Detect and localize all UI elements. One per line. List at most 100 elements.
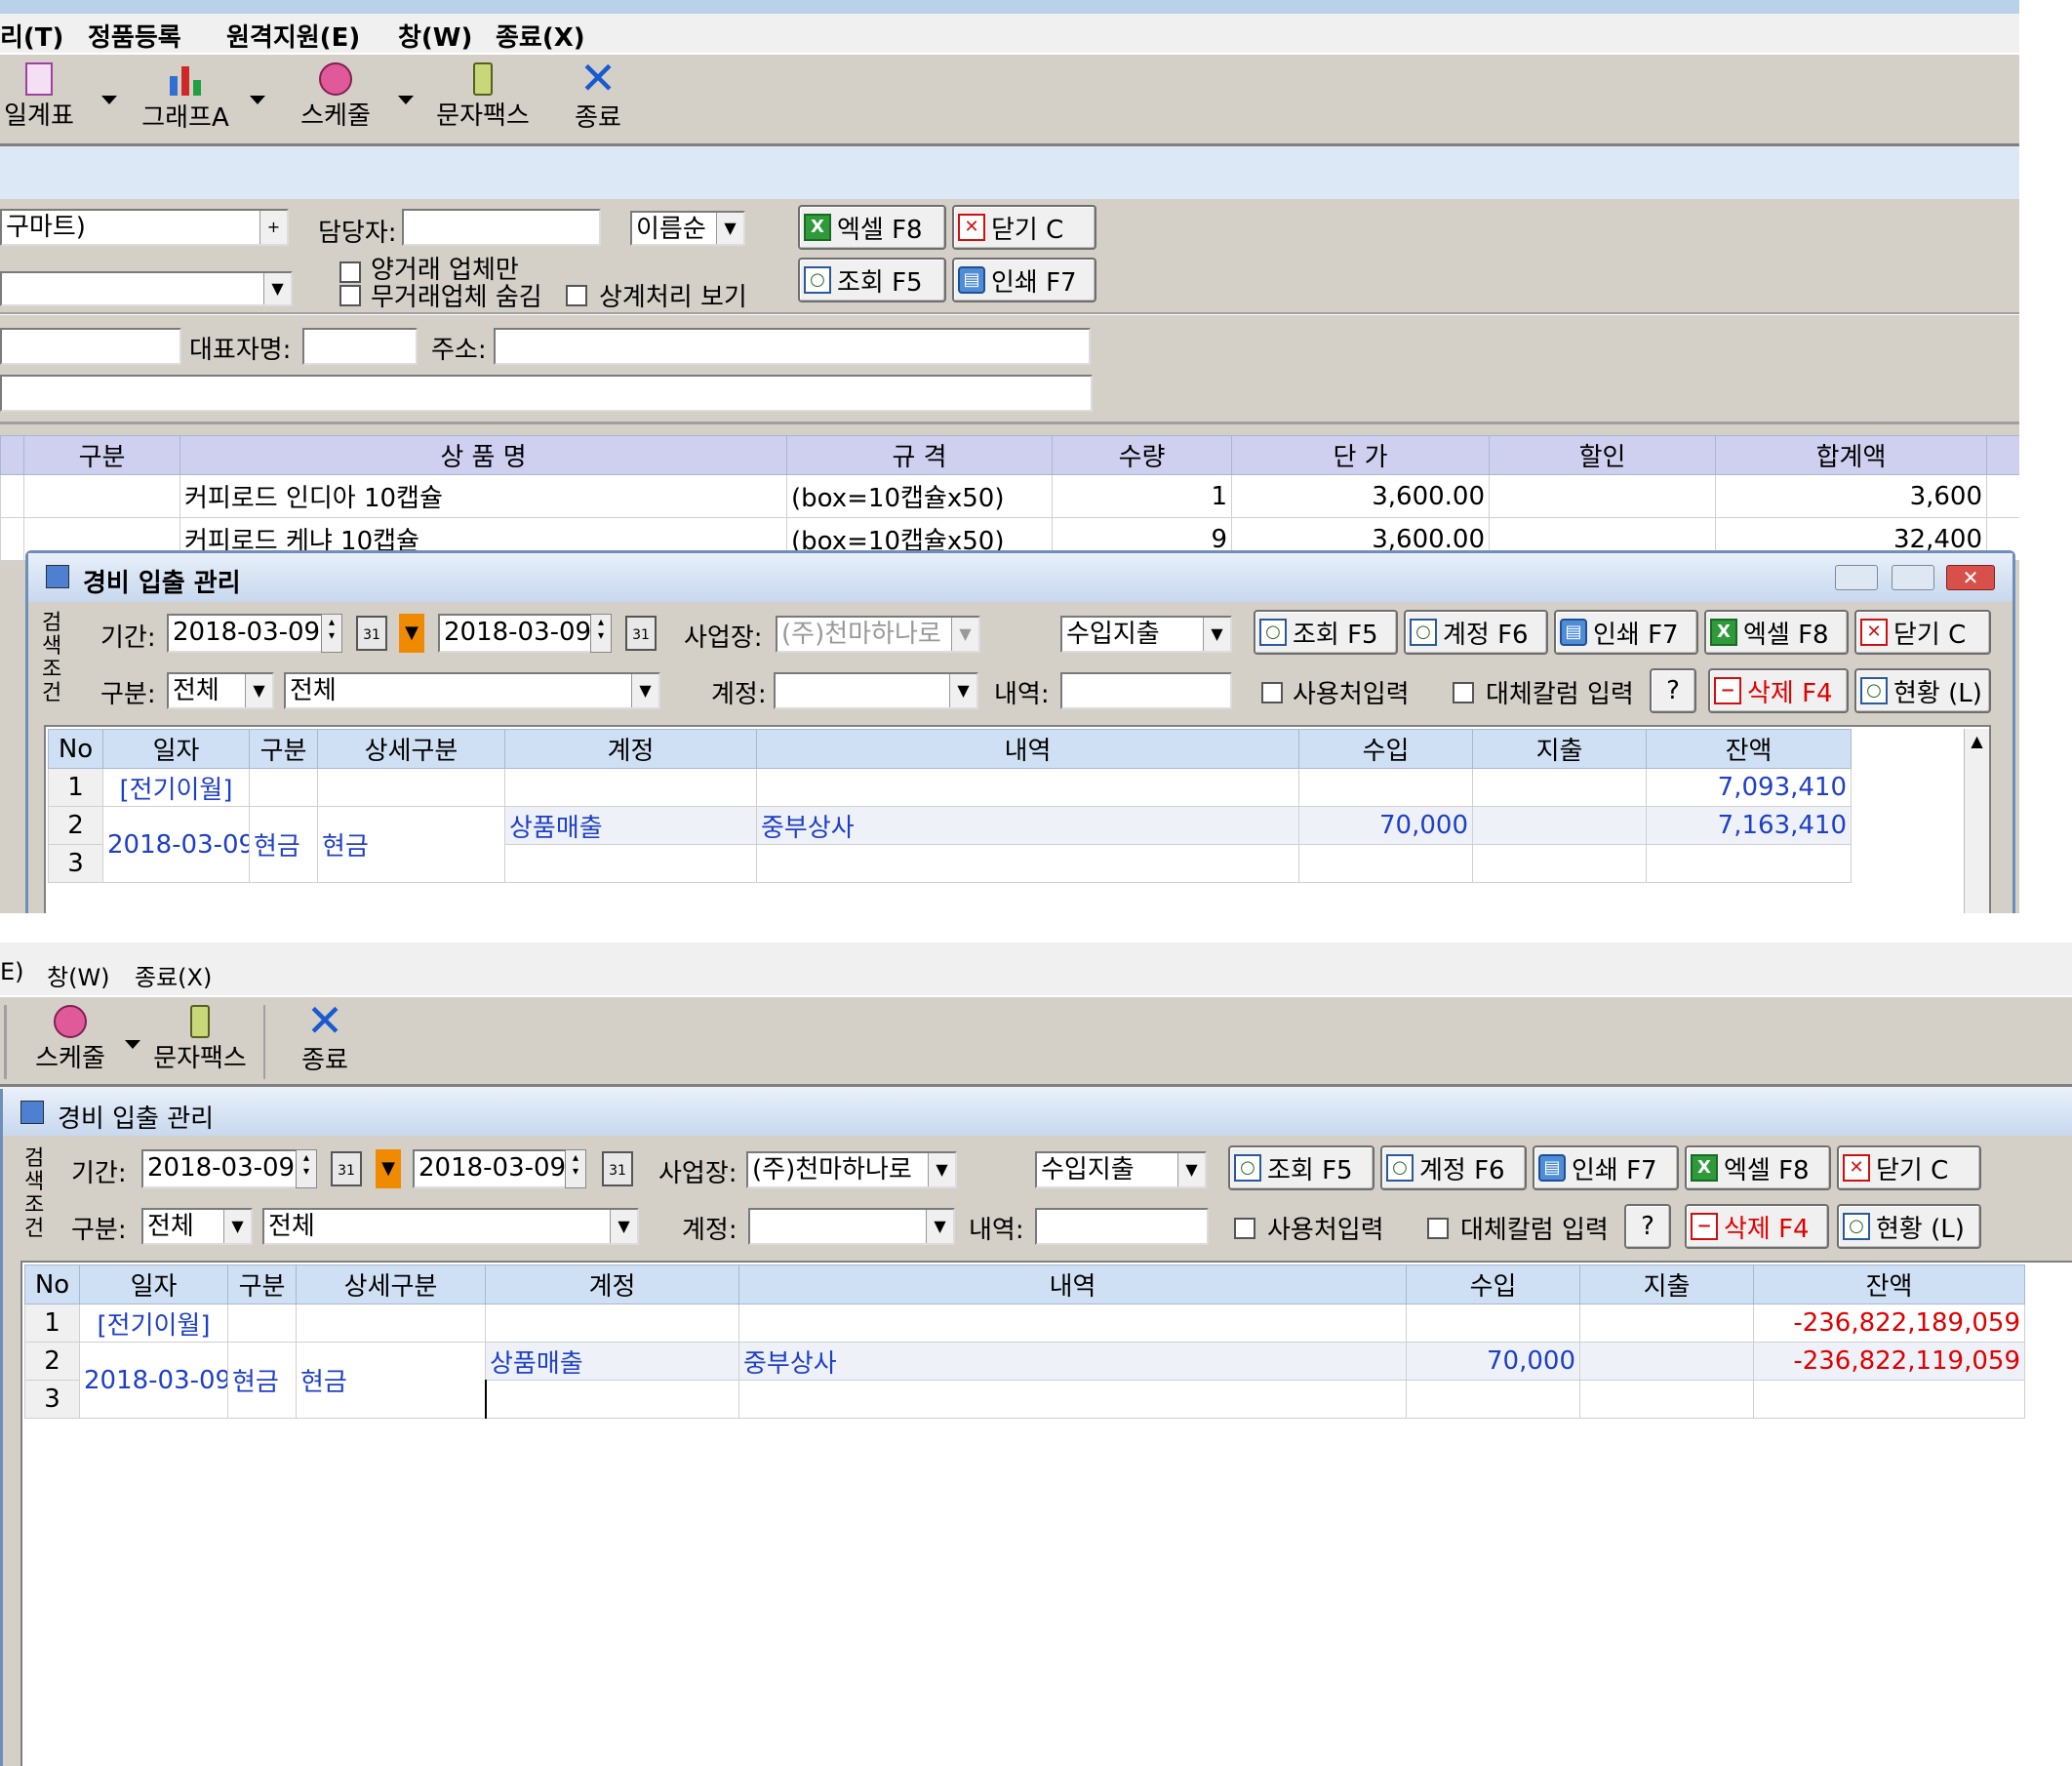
plus-icon[interactable]: + [259,211,287,244]
grid-header[interactable]: 상세구분 [317,729,505,769]
search-button[interactable]: ○ 조회 F5 [1254,610,1398,655]
date-spinner[interactable]: ▴ ▾ [321,614,342,653]
grid-header[interactable]: No [24,1264,80,1304]
menu-item-remote[interactable]: 원격지원(E) [226,18,360,54]
grid-header[interactable]: 일자 [79,1264,228,1304]
chevron-down-icon[interactable]: ▼ [245,674,272,707]
grid-header[interactable]: 합계액 [1715,435,1987,475]
table-row[interactable]: 2 2018-03-09 현금 현금 상품매출 중부상사 70,000 7,16… [48,806,1852,883]
date-from-input[interactable]: 2018-03-09 [141,1149,311,1188]
grid-header[interactable]: 상세구분 [296,1264,486,1304]
grid-header[interactable]: 상 품 명 [179,435,787,475]
menu-item-register[interactable]: 정품등록 [88,18,181,54]
close-button[interactable]: ✕ 닫기 C [1854,610,1991,655]
table-row[interactable]: 2 2018-03-09 현금 현금 상품매출 중부상사 70,000 -236… [24,1342,2025,1419]
biz-select[interactable]: (주)천마하나로 ▼ [746,1151,957,1188]
grid-header[interactable]: 계정 [485,1264,739,1304]
help-button[interactable]: ? [1624,1204,1671,1249]
toolbar-graph[interactable]: 그래프A [137,62,234,134]
scroll-up-icon[interactable]: ▲ [1965,729,1989,754]
account-button[interactable]: ○ 계정 F6 [1380,1145,1527,1190]
grid-header[interactable]: No [48,729,103,769]
table-row[interactable]: 1 [전기이월] -236,822,189,059 [24,1304,2025,1343]
grid-header[interactable]: 잔액 [1646,729,1852,769]
grid-header[interactable]: 할인 [1489,435,1716,475]
date-to-input[interactable]: 2018-03-09 [438,614,606,653]
manager-input[interactable] [402,209,601,246]
excel-button[interactable]: X 엑셀 F8 [798,205,946,250]
hide-untraded-checkbox[interactable] [339,285,361,306]
grid-header[interactable]: 수량 [1052,435,1232,475]
toolbar-schedule[interactable]: 스케줄 [21,1005,119,1074]
acct-cell[interactable] [484,1380,739,1419]
help-button[interactable]: ? [1650,668,1696,713]
chevron-down-icon[interactable]: ▼ [949,674,976,707]
chevron-down-icon[interactable]: ▼ [926,1210,953,1243]
type2-select[interactable]: 전체 ▼ [284,672,660,709]
grid-header[interactable]: 잔액 [1753,1264,2025,1304]
date-spinner[interactable]: ▴ ▾ [565,1149,586,1188]
store-field[interactable]: 구마트) + [0,209,289,246]
chevron-down-icon[interactable]: ▼ [610,1210,637,1243]
chevron-down-icon[interactable]: ▼ [1177,1153,1205,1186]
addr-input[interactable] [494,328,1091,365]
sort-select[interactable]: 이름순 ▼ [630,211,745,246]
delete-button[interactable]: − 삭제 F4 [1685,1204,1829,1249]
toolbar-ledger[interactable]: 일계표 [0,62,78,132]
grid-header[interactable]: 일자 [102,729,250,769]
io-select[interactable]: 수입지출 ▼ [1035,1151,1207,1188]
alt-checkbox[interactable] [1453,682,1474,703]
search-button[interactable]: ○ 조회 F5 [1228,1145,1375,1190]
biz-select[interactable]: (주)천마하나로 ▼ [776,616,980,653]
chevron-down-icon[interactable]: ▼ [263,273,291,304]
range-toggle[interactable]: ▼ [399,614,424,653]
vertical-scrollbar[interactable]: ▲ [1964,729,1989,913]
grid-header[interactable]: 지출 [1579,1264,1754,1304]
type2-select[interactable]: 전체 ▼ [262,1208,639,1245]
toolbar-sms-fax[interactable]: 문자팩스 [429,62,537,132]
only-traded-checkbox[interactable] [339,261,361,283]
chevron-down-icon[interactable]: ▼ [928,1153,955,1186]
chevron-down-icon[interactable]: ▼ [1203,618,1230,651]
minimize-icon[interactable] [1835,565,1878,590]
chevron-down-icon[interactable]: ▼ [223,1210,251,1243]
code-field[interactable] [0,328,181,365]
grid-header[interactable]: 계정 [504,729,757,769]
table-row[interactable]: 커피로드 인디아 10캡슐 (box=10캡슐x50) 1 3,600.00 3… [0,474,2019,518]
toolbar-exit[interactable]: ✕ 종료 [291,998,359,1076]
grid-header[interactable]: 수입 [1298,729,1473,769]
category-select[interactable]: ▼ [0,271,293,306]
acct-select[interactable]: ▼ [748,1208,955,1245]
chevron-down-icon[interactable] [250,96,265,104]
account-button[interactable]: ○ 계정 F6 [1404,610,1548,655]
alt-checkbox[interactable] [1427,1218,1449,1239]
date-spinner[interactable]: ▴ ▾ [296,1149,317,1188]
detail-input[interactable] [1060,672,1232,709]
table-row[interactable]: 1 [전기이월] 7,093,410 [48,768,1852,807]
io-select[interactable]: 수입지출 ▼ [1060,616,1232,653]
chevron-down-icon[interactable]: ▼ [631,674,658,707]
menu-item-tools[interactable]: 리(T) [0,18,63,54]
maximize-icon[interactable] [1892,565,1934,590]
chevron-down-icon[interactable] [125,1040,140,1049]
close-icon[interactable]: ✕ [1946,565,1995,590]
offset-checkbox[interactable] [566,285,587,306]
search-button[interactable]: ○ 조회 F5 [798,258,946,302]
print-button[interactable]: ▤ 인쇄 F7 [1533,1145,1679,1190]
print-button[interactable]: ▤ 인쇄 F7 [952,258,1096,302]
menu-item-window[interactable]: 창(W) [398,18,472,54]
range-toggle[interactable]: ▼ [376,1149,401,1188]
date-from-input[interactable]: 2018-03-09 [167,614,337,653]
acct-select[interactable]: ▼ [774,672,978,709]
menu-item-window[interactable]: 창(W) [47,958,110,992]
chevron-down-icon[interactable]: ▼ [951,618,978,651]
grid-header[interactable]: 수입 [1406,1264,1580,1304]
chevron-down-icon[interactable] [101,96,117,104]
use-checkbox[interactable] [1261,682,1283,703]
chevron-down-icon[interactable] [398,96,414,104]
status-button[interactable]: ○ 현황 (L) [1837,1204,1981,1249]
type-select[interactable]: 전체 ▼ [141,1208,253,1245]
menu-item-exit[interactable]: 종료(X) [496,18,585,54]
type-select[interactable]: 전체 ▼ [167,672,274,709]
grid-header[interactable]: 내역 [756,729,1299,769]
